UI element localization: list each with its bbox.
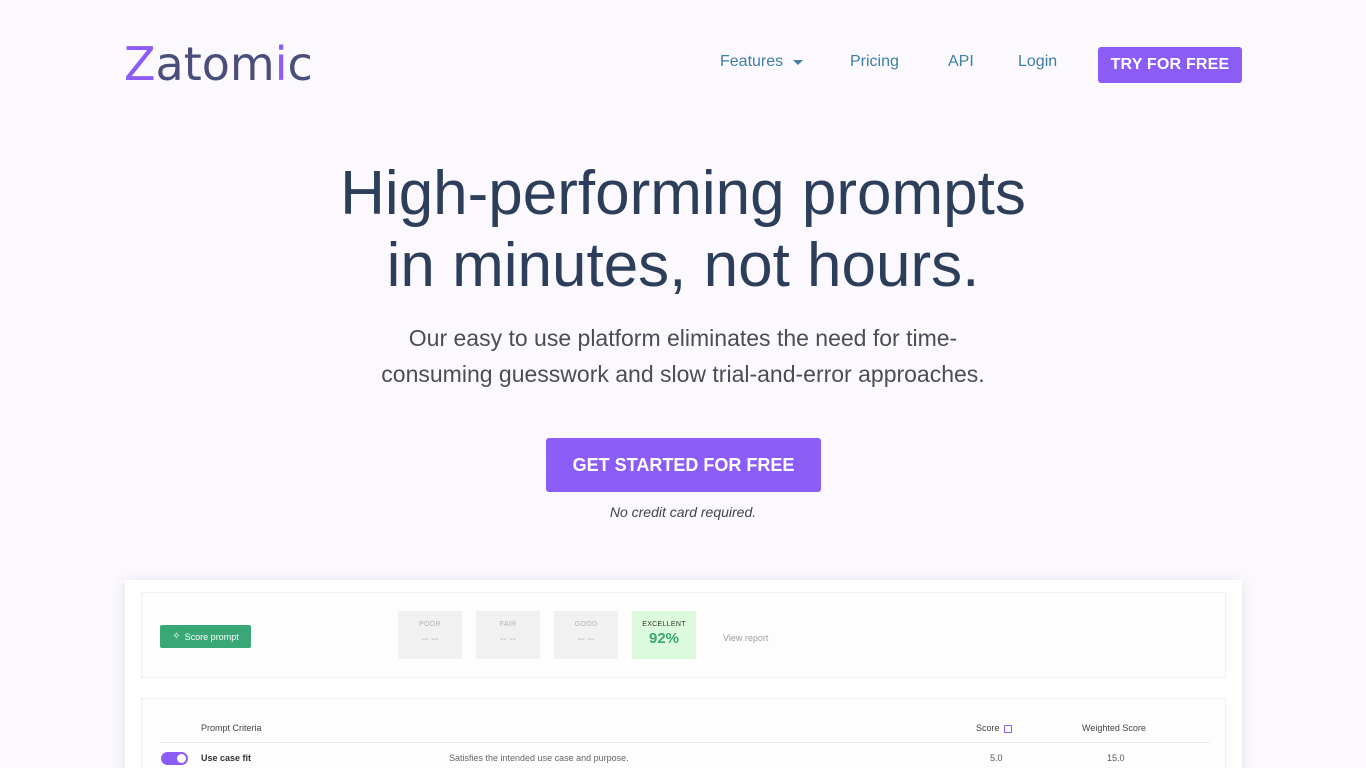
score-prompt-label: Score prompt [184,631,239,642]
app-preview: ✧ Score prompt POOR -- -- FAIR -- -- GOO… [125,580,1242,768]
hero-title: High-performing prompts in minutes, not … [0,158,1366,302]
grade-value: -- -- [577,634,595,645]
hero-subtitle: Our easy to use platform eliminates the … [333,320,1033,392]
toggle-knob [177,754,186,763]
logo-letters: atom [155,37,275,91]
zatomic-logo[interactable]: Zatomic [124,36,313,92]
no-credit-card-note: No credit card required. [609,504,757,520]
nav-pricing[interactable]: Pricing [850,53,899,71]
grade-label: POOR [419,621,441,628]
hero-title-line-1: High-performing prompts [340,159,1026,228]
nav-features[interactable]: Features [720,53,804,71]
grade-poor: POOR -- -- [398,611,462,659]
score-prompt-button[interactable]: ✧ Score prompt [160,625,251,648]
get-started-button[interactable]: GET STARTED FOR FREE [546,438,821,492]
grade-fair: FAIR -- -- [476,611,540,659]
column-header-criteria: Prompt Criteria [201,723,262,733]
grade-label: GOOD [574,621,598,628]
logo-letter: i [274,37,288,91]
nav-features-label: Features [720,53,784,70]
grade-label: FAIR [499,621,517,628]
grade-excellent: EXCELLENT 92% [632,611,696,659]
nav-login[interactable]: Login [1018,53,1057,71]
score-card: ✧ Score prompt POOR -- -- FAIR -- -- GOO… [141,592,1226,678]
try-for-free-button[interactable]: TRY FOR FREE [1098,47,1242,83]
info-icon[interactable] [1003,724,1012,733]
nav-api[interactable]: API [948,53,974,71]
table-divider [160,742,1210,743]
criteria-toggle[interactable] [161,752,188,765]
grade-value: -- -- [421,634,439,645]
grade-good: GOOD -- -- [554,611,618,659]
hero-subtitle-line-2: consuming guesswork and slow trial-and-e… [381,361,985,387]
hero-title-line-2: in minutes, not hours. [386,231,980,300]
hero-subtitle-line-1: Our easy to use platform eliminates the … [408,325,958,351]
criteria-name: Use case fit [201,753,252,763]
caret-down-icon [793,59,804,65]
criteria-table: Prompt Criteria Score Weighted Score Use… [141,698,1226,768]
sparkle-icon: ✧ [172,631,181,642]
criteria-weighted-score: 15.0 [1107,753,1125,763]
criteria-score: 5.0 [990,753,1003,763]
grade-label: EXCELLENT [642,621,686,628]
site-header: Zatomic Features Pricing API Login TRY F… [0,0,1366,128]
grade-value: -- -- [499,634,517,645]
view-report-link[interactable]: View report [723,633,768,643]
score-header-label: Score [976,723,1000,733]
logo-letter: Z [124,37,156,91]
criteria-description: Satisfies the intended use case and purp… [449,753,629,763]
grade-value: 92% [648,630,680,647]
logo-letter: c [287,37,313,91]
column-header-score: Score [976,723,1012,733]
column-header-weighted-score: Weighted Score [1082,723,1146,733]
